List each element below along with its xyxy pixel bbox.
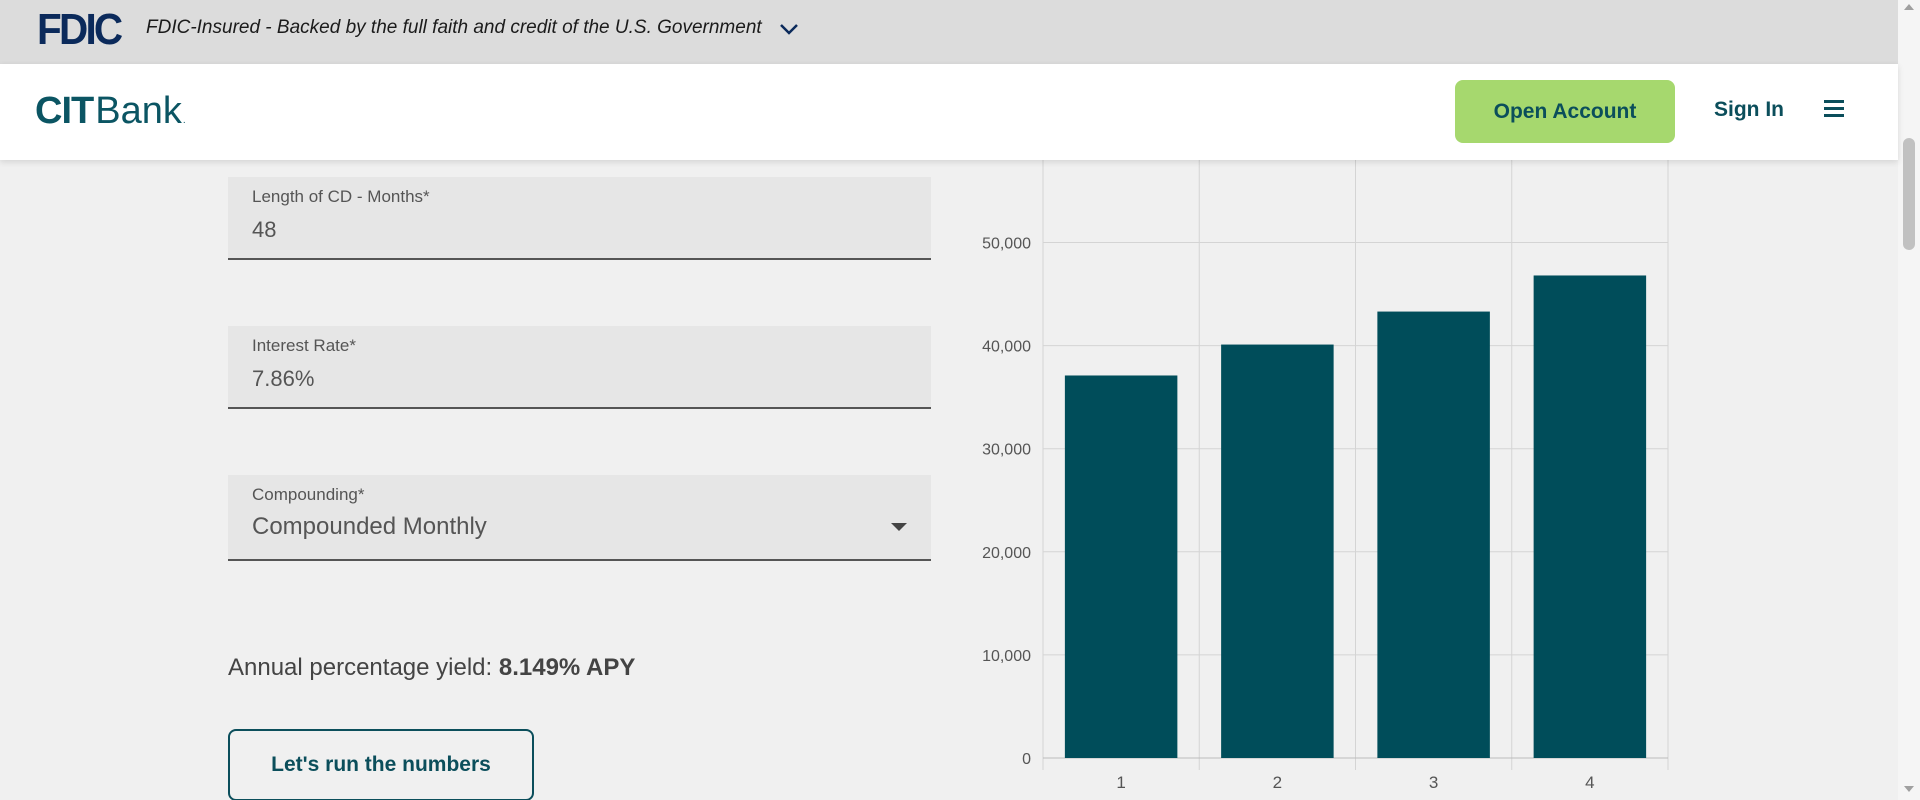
bar xyxy=(1377,311,1490,758)
compounding-select[interactable]: Compounding* Compounded Monthly xyxy=(228,475,931,561)
interest-rate-input[interactable]: 7.86% xyxy=(252,366,314,392)
site-header: CIT Bank . Open Account Sign In xyxy=(0,64,1898,160)
x-tick-label: 2 xyxy=(1273,773,1282,792)
logo-cit-text: CIT xyxy=(35,90,94,132)
apy-label: Annual percentage yield: xyxy=(228,654,499,681)
cd-length-field[interactable]: Length of CD - Months* 48 xyxy=(228,177,931,260)
x-tick-label: 1 xyxy=(1116,773,1125,792)
cit-bank-logo[interactable]: CIT Bank . xyxy=(35,90,186,133)
hamburger-menu-icon[interactable] xyxy=(1824,100,1844,118)
y-tick-label: 40,000 xyxy=(982,339,1031,356)
run-numbers-button[interactable]: Let's run the numbers xyxy=(228,729,534,800)
interest-rate-label: Interest Rate* xyxy=(252,336,356,355)
fdic-banner: FDIC FDIC-Insured - Backed by the full f… xyxy=(0,0,1898,64)
fdic-insured-text: FDIC-Insured - Backed by the full faith … xyxy=(146,17,762,38)
scroll-up-icon[interactable] xyxy=(1904,4,1914,10)
fdic-logo: FDIC xyxy=(37,5,123,54)
vertical-scrollbar[interactable] xyxy=(1898,0,1920,800)
y-tick-label: 30,000 xyxy=(982,442,1031,459)
compounding-value[interactable]: Compounded Monthly xyxy=(252,513,487,541)
cd-length-label: Length of CD - Months* xyxy=(252,187,430,206)
apy-value: 8.149% APY xyxy=(498,654,636,681)
x-tick-label: 4 xyxy=(1585,773,1594,792)
logo-reg-mark: . xyxy=(182,115,186,126)
logo-bank-text: Bank xyxy=(95,90,182,132)
scroll-thumb[interactable] xyxy=(1903,138,1915,250)
scroll-down-icon[interactable] xyxy=(1904,786,1914,792)
cd-length-input[interactable]: 48 xyxy=(252,217,276,243)
chevron-down-icon[interactable] xyxy=(778,18,800,40)
y-tick-label: 20,000 xyxy=(982,545,1031,562)
y-tick-label: 0 xyxy=(1022,751,1031,768)
y-tick-label: 10,000 xyxy=(982,648,1031,665)
x-tick-label: 3 xyxy=(1429,773,1438,792)
savings-bar-chart: 0 10,000 20,000 30,000 40,000 50,000 1 2 3 4 xyxy=(982,160,1669,792)
bar xyxy=(1221,344,1334,758)
dropdown-arrow-icon[interactable] xyxy=(891,523,907,531)
sign-in-link[interactable]: Sign In xyxy=(1714,98,1784,122)
bar xyxy=(1064,375,1178,758)
interest-rate-field[interactable]: Interest Rate* 7.86% xyxy=(228,326,931,409)
open-account-button[interactable]: Open Account xyxy=(1455,80,1675,143)
apy-text: Annual percentage yield: 8.149% APY xyxy=(228,654,635,682)
y-tick-label: 50,000 xyxy=(982,235,1031,252)
bar xyxy=(1533,275,1647,758)
compounding-label: Compounding* xyxy=(252,485,365,504)
